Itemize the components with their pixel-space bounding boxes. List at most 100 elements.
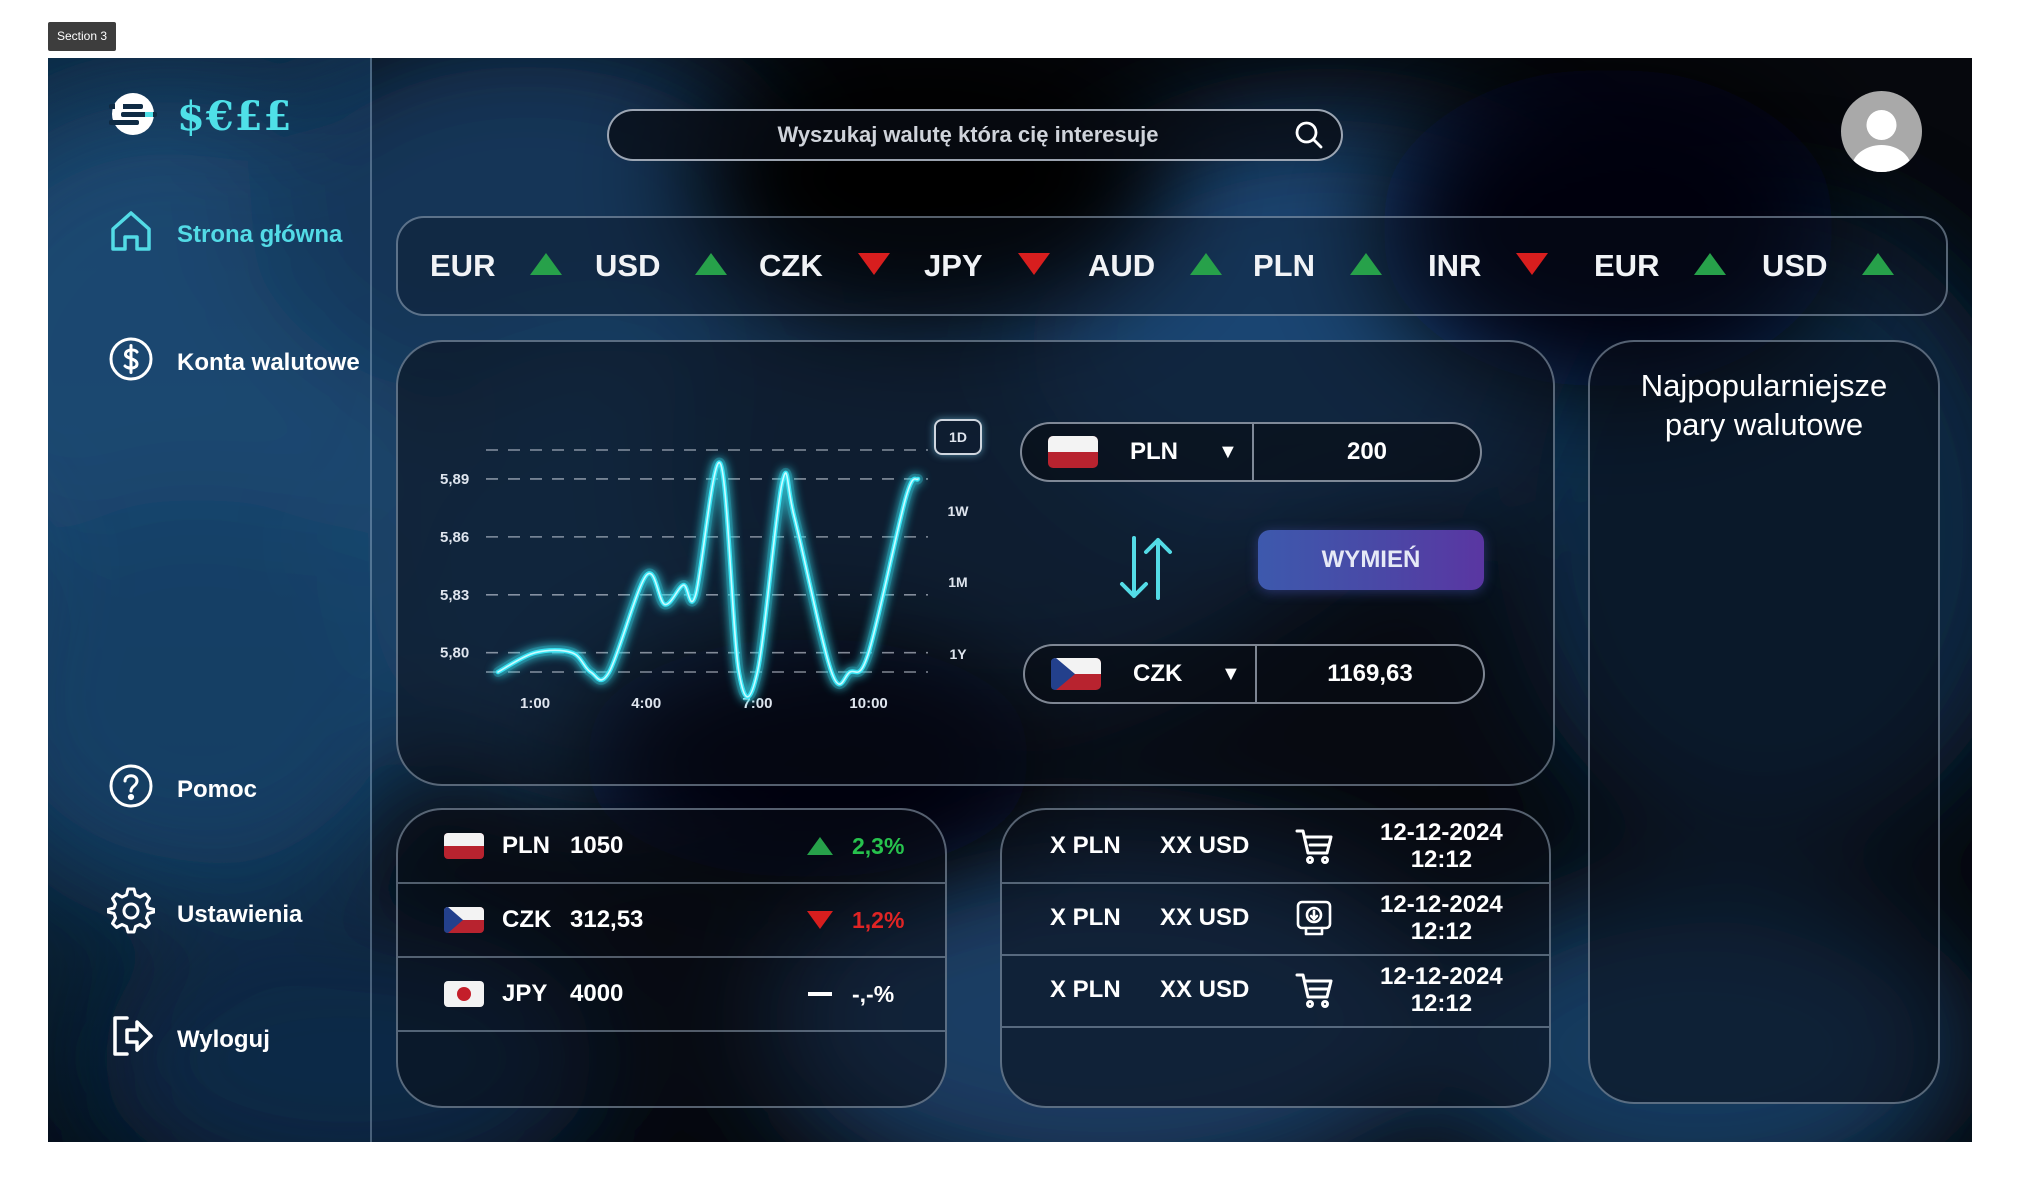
- trend-flat-icon: [806, 958, 834, 1030]
- from-currency-select[interactable]: PLN ▼: [1022, 424, 1254, 480]
- currency-ticker: EUR USD CZK JPY AUD PLN INR EUR USD: [396, 216, 1948, 316]
- logo[interactable]: $€££: [107, 91, 292, 142]
- exchange-button[interactable]: WYMIEŃ: [1258, 530, 1484, 590]
- chart-grid: [486, 449, 928, 673]
- tx-date: 12-12-2024: [1380, 963, 1503, 990]
- nav-help[interactable]: Pomoc: [107, 762, 257, 817]
- transaction-row[interactable]: X PLN XX USD 12-12-2024 12:12: [1002, 882, 1549, 956]
- balance-change: -,-%: [852, 980, 895, 1007]
- y-tick-label: 5,86: [440, 529, 469, 546]
- trend-down-icon: [806, 884, 834, 956]
- ticker-item[interactable]: JPY: [924, 248, 1051, 284]
- range-1w-button[interactable]: 1W: [934, 493, 982, 529]
- ticker-code: PLN: [1253, 248, 1315, 283]
- nav-accounts-label: Konta walutowe: [177, 348, 360, 376]
- logo-icon: [107, 91, 159, 142]
- cart-icon: [1294, 954, 1334, 1026]
- popular-pairs-panel: Najpopularniejsze pary walutowe: [1588, 340, 1940, 1104]
- x-tick-label: 1:00: [520, 695, 550, 712]
- x-tick-label: 4:00: [631, 695, 661, 712]
- tx-time: 12:12: [1410, 918, 1473, 945]
- nav-logout-label: Wyloguj: [177, 1025, 270, 1053]
- ticker-code: CZK: [759, 248, 823, 283]
- tx-date: 12-12-2024: [1380, 819, 1503, 846]
- balance-code: JPY: [502, 980, 548, 1007]
- tx-from: X PLN: [1050, 976, 1121, 1003]
- logout-icon: [107, 1012, 155, 1067]
- search-icon[interactable]: [1277, 120, 1341, 150]
- dollar-circle-icon: [107, 335, 155, 390]
- to-currency-code: CZK: [1133, 660, 1183, 687]
- sidebar: $€££ Strona główna Konta walutowe Pomoc …: [48, 58, 372, 1142]
- app-window: $€££ Strona główna Konta walutowe Pomoc …: [48, 58, 1972, 1142]
- ticker-item[interactable]: PLN: [1253, 248, 1383, 284]
- series-line-glow: [493, 457, 923, 702]
- tx-from: X PLN: [1050, 832, 1121, 859]
- ticker-code: EUR: [1594, 248, 1660, 283]
- trend-down-icon: [1515, 251, 1549, 282]
- ticker-item[interactable]: USD: [1762, 248, 1895, 284]
- transaction-row[interactable]: X PLN XX USD 12-12-2024 12:12: [1002, 810, 1549, 884]
- ticker-code: AUD: [1088, 248, 1156, 283]
- gear-icon: [106, 887, 156, 942]
- ticker-item[interactable]: EUR: [1594, 248, 1727, 284]
- ticker-item[interactable]: USD: [595, 248, 728, 284]
- balances-panel: PLN 1050 2,3% CZK 312,53 1,2% JPY 4000 -…: [396, 808, 947, 1108]
- flag-cz-icon: [1051, 658, 1101, 690]
- convert-from-row: PLN ▼ 200: [1020, 422, 1482, 482]
- balance-amount: 4000: [570, 980, 624, 1007]
- balance-code: CZK: [502, 906, 552, 933]
- nav-settings-label: Ustawienia: [177, 900, 303, 928]
- nav-accounts[interactable]: Konta walutowe: [107, 335, 360, 390]
- ticker-item[interactable]: AUD: [1088, 248, 1223, 284]
- trend-up-icon: [1189, 251, 1223, 282]
- avatar[interactable]: [1841, 91, 1922, 172]
- range-1y-button[interactable]: 1Y: [934, 636, 982, 672]
- chart-axis-labels: 5,895,865,835,801:00 4:00 7:00 10:00: [440, 471, 888, 712]
- popular-pairs-title: Najpopularniejsze pary walutowe: [1640, 368, 1888, 442]
- nav-home[interactable]: Strona główna: [107, 207, 342, 262]
- frame-label: Section 3: [48, 22, 117, 51]
- transactions-panel: X PLN XX USD 12-12-2024 12:12 X PLN XX U…: [1000, 808, 1551, 1108]
- trend-down-icon: [857, 251, 891, 282]
- range-1m-button[interactable]: 1M: [934, 564, 982, 600]
- to-currency-select[interactable]: CZK ▼: [1025, 646, 1257, 702]
- tx-datetime: 12-12-2024 12:12: [1380, 810, 1503, 882]
- ticker-code: INR: [1428, 248, 1482, 283]
- balance-change: 2,3%: [852, 832, 905, 859]
- search-input[interactable]: [609, 111, 1277, 159]
- tx-to: XX USD: [1160, 976, 1250, 1003]
- chart-series: [493, 457, 923, 702]
- balance-amount: 312,53: [570, 906, 644, 933]
- ticker-item[interactable]: EUR: [430, 248, 563, 284]
- cart-icon: [1294, 810, 1334, 882]
- ticker-code: EUR: [430, 248, 496, 283]
- trend-down-icon: [1017, 251, 1051, 282]
- tx-to: XX USD: [1160, 832, 1250, 859]
- swap-arrows-icon[interactable]: [1110, 532, 1182, 609]
- ticker-item[interactable]: CZK: [759, 248, 891, 284]
- nav-settings[interactable]: Ustawienia: [106, 887, 303, 942]
- ticker-item[interactable]: INR: [1428, 248, 1549, 284]
- balance-row[interactable]: PLN 1050 2,3%: [398, 810, 945, 884]
- balance-row[interactable]: JPY 4000 -,-%: [398, 958, 945, 1032]
- from-amount-field[interactable]: 200: [1254, 424, 1480, 480]
- search-bar: [607, 109, 1343, 161]
- flag-pl-icon: [444, 810, 484, 882]
- flag-cz-icon: [444, 884, 484, 956]
- trend-up-icon: [529, 251, 563, 282]
- balance-row[interactable]: CZK 312,53 1,2%: [398, 884, 945, 958]
- from-currency-code: PLN: [1130, 438, 1178, 465]
- range-1d-button[interactable]: 1D: [934, 419, 982, 455]
- chart-converter-panel: 5,89 5,86 5,83 5,80 1:00 4:00 7:00 10:00 1D 1W …: [396, 340, 1555, 786]
- balance-code: PLN: [502, 832, 550, 859]
- nav-logout[interactable]: Wyloguj: [107, 1012, 270, 1067]
- help-circle-icon: [107, 762, 155, 817]
- avatar-icon: [1851, 110, 1912, 172]
- transaction-row[interactable]: X PLN XX USD 12-12-2024 12:12: [1002, 954, 1549, 1028]
- ticker-code: USD: [1762, 248, 1828, 283]
- trend-up-icon: [806, 810, 834, 882]
- atm-withdraw-icon: [1294, 882, 1334, 954]
- y-tick-label: 5,83: [440, 587, 469, 604]
- to-amount-field[interactable]: 1169,63: [1257, 646, 1483, 702]
